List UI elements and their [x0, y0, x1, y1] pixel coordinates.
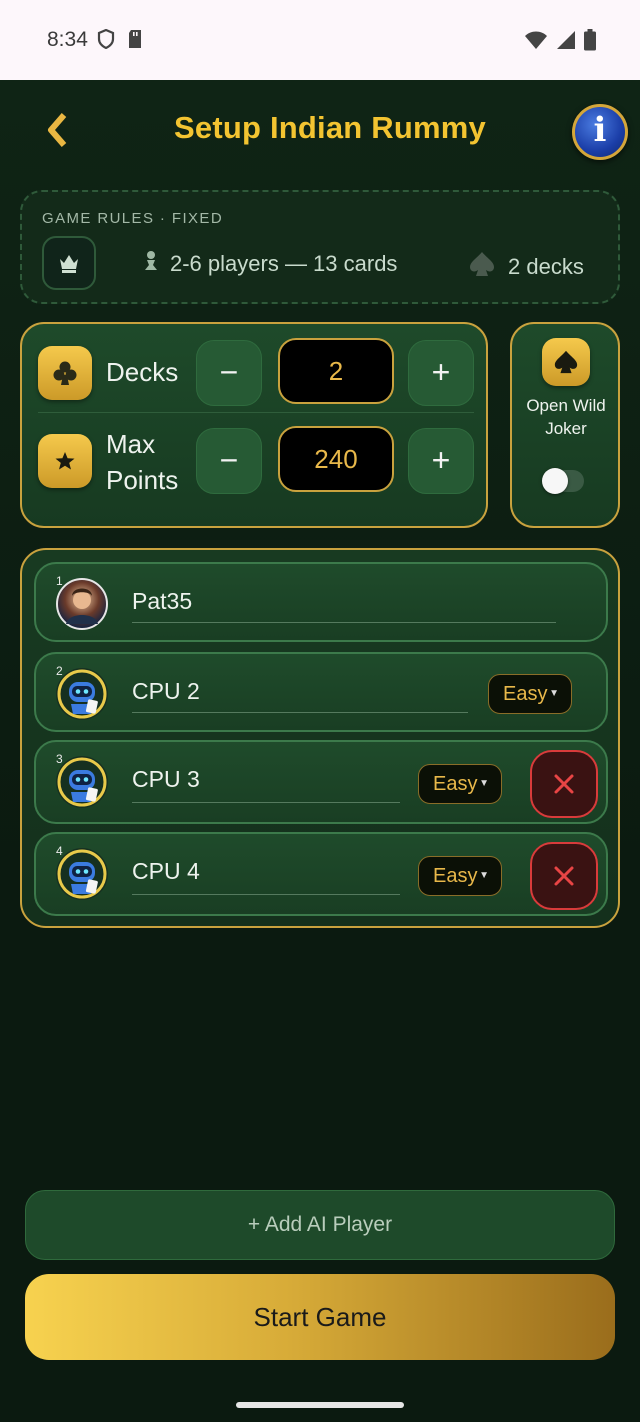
- difficulty-select[interactable]: Easy ▼: [418, 764, 502, 804]
- player-row: 1 Pat35: [34, 562, 608, 642]
- info-icon: i: [593, 110, 607, 150]
- battery-icon: [584, 29, 596, 56]
- crown-icon: [42, 236, 96, 290]
- status-time: 8:34: [47, 28, 88, 51]
- max-points-setting: Max Points − 240 +: [38, 426, 478, 496]
- player-avatar[interactable]: [56, 578, 108, 630]
- decks-label: Decks: [106, 357, 179, 387]
- setup-screen: Setup Indian Rummy i GAME RULES · FIXED …: [0, 80, 640, 1422]
- close-icon: [554, 774, 574, 794]
- remove-player-button[interactable]: [530, 842, 598, 910]
- toggle-knob: [542, 468, 568, 494]
- caret-down-icon: ▼: [479, 870, 489, 881]
- difficulty-select[interactable]: Easy ▼: [418, 856, 502, 896]
- wifi-icon: [524, 30, 548, 55]
- player-name-field[interactable]: CPU 2: [132, 678, 200, 705]
- start-game-button[interactable]: Start Game: [25, 1274, 615, 1360]
- robot-avatar-icon: [56, 848, 108, 900]
- decks-increment-button[interactable]: +: [408, 340, 474, 406]
- rules-players-text: 2-6 players — 13 cards: [170, 251, 398, 276]
- club-icon: [38, 346, 92, 400]
- player-name-field[interactable]: Pat35: [132, 588, 192, 615]
- max-points-increment-button[interactable]: +: [408, 428, 474, 494]
- page-title: Setup Indian Rummy: [174, 110, 486, 145]
- player-name-field[interactable]: CPU 3: [132, 766, 200, 793]
- max-points-value: 240: [278, 426, 394, 492]
- player-name-field[interactable]: CPU 4: [132, 858, 200, 885]
- add-ai-player-button[interactable]: + Add AI Player: [25, 1190, 615, 1260]
- remove-player-button[interactable]: [530, 750, 598, 818]
- settings-card: Decks − 2 + Max Points − 240 +: [20, 322, 488, 528]
- rules-header: GAME RULES · FIXED: [42, 210, 224, 227]
- open-wild-joker-card: Open Wild Joker: [510, 322, 620, 528]
- difficulty-value: Easy: [433, 773, 478, 795]
- open-wild-joker-toggle[interactable]: [542, 468, 584, 494]
- decks-setting: Decks − 2 +: [38, 338, 478, 408]
- sd-card-icon: [127, 29, 143, 54]
- back-button[interactable]: [46, 112, 76, 154]
- game-rules-panel: GAME RULES · FIXED 2-6 players — 13 card…: [20, 190, 620, 304]
- player-row: 2 CPU 2 Easy ▼: [34, 652, 608, 732]
- close-icon: [554, 866, 574, 886]
- signal-icon: [556, 30, 576, 55]
- status-bar: 8:34: [0, 0, 640, 80]
- robot-avatar-icon: [56, 756, 108, 808]
- difficulty-value: Easy: [433, 865, 478, 887]
- difficulty-value: Easy: [503, 683, 548, 705]
- max-points-label: Max Points: [106, 429, 179, 495]
- pawn-icon: [142, 250, 160, 278]
- max-points-decrement-button[interactable]: −: [196, 428, 262, 494]
- star-icon: [38, 434, 92, 488]
- rules-decks-text: 2 decks: [508, 254, 584, 279]
- players-list: 1 Pat35 2 CPU 2 Easy ▼ 3 CPU 3 Easy ▼ 4 …: [20, 548, 620, 928]
- shield-icon: [97, 28, 115, 54]
- decks-decrement-button[interactable]: −: [196, 340, 262, 406]
- open-wild-joker-label: Open Wild Joker: [526, 396, 606, 438]
- home-indicator[interactable]: [236, 1402, 404, 1408]
- divider: [38, 412, 474, 413]
- spade-icon: [468, 250, 496, 284]
- caret-down-icon: ▼: [479, 778, 489, 789]
- robot-avatar-icon: [56, 668, 108, 720]
- player-row: 4 CPU 4 Easy ▼: [34, 832, 608, 916]
- caret-down-icon: ▼: [549, 688, 559, 699]
- decks-value: 2: [278, 338, 394, 404]
- info-button[interactable]: i: [572, 104, 628, 160]
- player-row: 3 CPU 3 Easy ▼: [34, 740, 608, 824]
- difficulty-select[interactable]: Easy ▼: [488, 674, 572, 714]
- spade-badge-icon: [542, 338, 590, 386]
